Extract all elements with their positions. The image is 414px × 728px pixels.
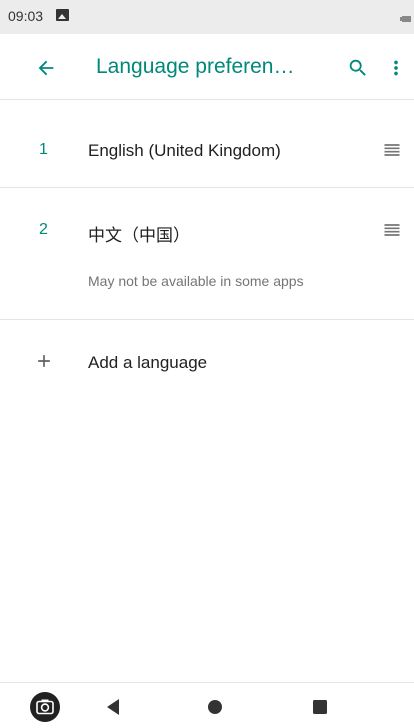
more-vert-icon (394, 60, 398, 76)
nav-home-button[interactable] (205, 697, 225, 717)
nav-home-icon (208, 700, 222, 714)
search-button[interactable] (338, 48, 378, 88)
drag-handle-button[interactable] (380, 138, 404, 162)
plus-glyph (38, 355, 50, 367)
nav-recents-icon (313, 700, 327, 714)
add-language-button[interactable]: Add a language (0, 322, 414, 404)
status-time: 09:03 (8, 8, 44, 24)
nav-recents-button[interactable] (310, 697, 330, 717)
language-name: English (United Kingdom) (88, 141, 281, 160)
language-availability-note: May not be available in some apps (88, 273, 304, 289)
search-icon (349, 59, 366, 76)
drag-handle-icon (384, 224, 400, 236)
nav-back-icon (107, 699, 119, 715)
drag-handle-icon (384, 144, 400, 156)
add-language-label: Add a language (88, 353, 208, 372)
language-item-chinese[interactable]: 2 中文（中国） May not be available in some ap… (0, 190, 414, 320)
battery-icon (400, 16, 411, 22)
plus-icon (32, 349, 56, 373)
more-options-button[interactable] (380, 48, 412, 88)
back-arrow-icon (38, 60, 54, 76)
language-index: 1 (39, 141, 48, 158)
image-notification-icon (56, 9, 69, 21)
app-bar: Language preferen… (0, 34, 414, 100)
navigation-bar (0, 682, 414, 728)
camera-icon (30, 692, 60, 722)
language-item-english[interactable]: 1 English (United Kingdom) (0, 110, 414, 188)
back-button[interactable] (26, 48, 66, 88)
camera-button[interactable] (29, 691, 61, 723)
language-index: 2 (39, 221, 48, 238)
page-title: Language preferen… (96, 55, 295, 78)
language-name: 中文（中国） (88, 226, 190, 245)
status-bar: 09:03 (0, 0, 414, 34)
nav-back-button[interactable] (103, 697, 123, 717)
drag-handle-button[interactable] (380, 218, 404, 242)
